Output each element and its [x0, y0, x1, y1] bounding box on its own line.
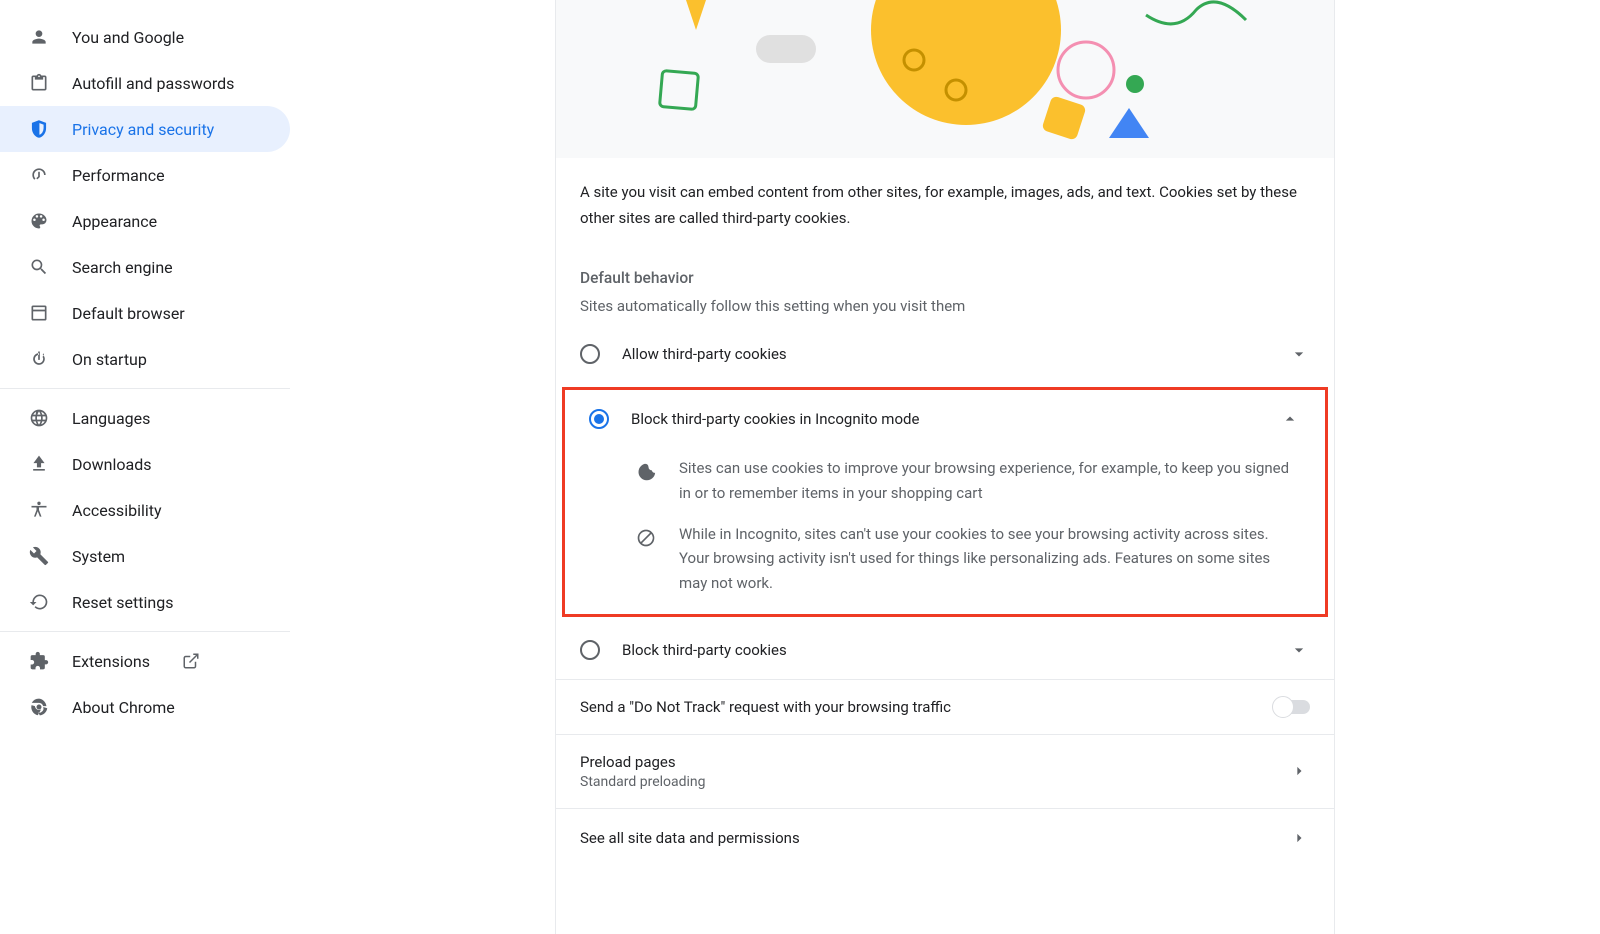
sidebar-divider — [0, 631, 290, 632]
sidebar-item-system[interactable]: System — [0, 533, 290, 579]
option-label: Block third-party cookies — [622, 641, 1266, 659]
wrench-icon — [28, 545, 50, 567]
speedometer-icon — [28, 164, 50, 186]
sidebar-item-search-engine[interactable]: Search engine — [0, 244, 290, 290]
setting-label: Send a "Do Not Track" request with your … — [580, 698, 1254, 716]
option-label: Block third-party cookies in Incognito m… — [631, 410, 1257, 428]
chevron-right-icon[interactable] — [1288, 760, 1310, 782]
chrome-icon — [28, 696, 50, 718]
sidebar-item-accessibility[interactable]: Accessibility — [0, 487, 290, 533]
explain-text: Sites can use cookies to improve your br… — [679, 456, 1301, 506]
sidebar-item-performance[interactable]: Performance — [0, 152, 290, 198]
sidebar-label: Performance — [72, 166, 165, 185]
sidebar-divider — [0, 388, 290, 389]
setting-sub: Standard preloading — [580, 774, 1268, 790]
power-icon — [28, 348, 50, 370]
option-allow-third-party[interactable]: Allow third-party cookies — [556, 325, 1334, 383]
sidebar-item-on-startup[interactable]: On startup — [0, 336, 290, 382]
sidebar-label: Privacy and security — [72, 120, 214, 139]
palette-icon — [28, 210, 50, 232]
radio-unselected-icon[interactable] — [580, 344, 600, 364]
sidebar-label: Extensions — [72, 652, 150, 671]
shield-icon — [28, 118, 50, 140]
section-sub-default-behavior: Sites automatically follow this setting … — [556, 291, 1334, 325]
sidebar-label: Downloads — [72, 455, 151, 474]
sidebar-item-default-browser[interactable]: Default browser — [0, 290, 290, 336]
chevron-down-icon[interactable] — [1288, 639, 1310, 661]
open-in-new-icon — [182, 652, 200, 670]
extension-icon — [28, 650, 50, 672]
chevron-up-icon[interactable] — [1279, 408, 1301, 430]
sidebar-item-reset-settings[interactable]: Reset settings — [0, 579, 290, 625]
sidebar-label: Appearance — [72, 212, 157, 231]
setting-site-data[interactable]: See all site data and permissions — [556, 808, 1334, 867]
section-label-default-behavior: Default behavior — [556, 237, 1334, 291]
sidebar-item-downloads[interactable]: Downloads — [0, 441, 290, 487]
highlight-box: Block third-party cookies in Incognito m… — [562, 387, 1328, 617]
restore-icon — [28, 591, 50, 613]
sidebar-label: Reset settings — [72, 593, 173, 612]
sidebar-item-extensions[interactable]: Extensions — [0, 638, 290, 684]
radio-selected-icon[interactable] — [589, 409, 609, 429]
sidebar-label: Languages — [72, 409, 150, 428]
sidebar-label: About Chrome — [72, 698, 175, 717]
person-icon — [28, 26, 50, 48]
cookie-icon — [635, 461, 657, 483]
option-block-incognito[interactable]: Block third-party cookies in Incognito m… — [565, 390, 1325, 448]
browser-icon — [28, 302, 50, 324]
option-label: Allow third-party cookies — [622, 345, 1266, 363]
toggle-off[interactable] — [1274, 700, 1310, 714]
download-icon — [28, 453, 50, 475]
radio-unselected-icon[interactable] — [580, 640, 600, 660]
option-block-all[interactable]: Block third-party cookies — [556, 621, 1334, 679]
sidebar-item-autofill[interactable]: Autofill and passwords — [0, 60, 290, 106]
sidebar-label: You and Google — [72, 28, 184, 47]
sidebar-label: Accessibility — [72, 501, 162, 520]
sidebar-label: On startup — [72, 350, 147, 369]
explain-row-block: While in Incognito, sites can't use your… — [565, 514, 1325, 614]
settings-sidebar: You and Google Autofill and passwords Pr… — [0, 0, 290, 934]
settings-content: A site you visit can embed content from … — [555, 0, 1335, 934]
block-icon — [635, 527, 657, 549]
globe-icon — [28, 407, 50, 429]
search-icon — [28, 256, 50, 278]
accessibility-icon — [28, 499, 50, 521]
sidebar-item-appearance[interactable]: Appearance — [0, 198, 290, 244]
sidebar-item-about-chrome[interactable]: About Chrome — [0, 684, 290, 730]
sidebar-item-you-and-google[interactable]: You and Google — [0, 14, 290, 60]
clipboard-icon — [28, 72, 50, 94]
setting-label: See all site data and permissions — [580, 829, 1268, 847]
explain-text: While in Incognito, sites can't use your… — [679, 522, 1301, 596]
chevron-right-icon[interactable] — [1288, 827, 1310, 849]
sidebar-item-languages[interactable]: Languages — [0, 395, 290, 441]
sidebar-label: Default browser — [72, 304, 185, 323]
setting-label: Preload pages — [580, 753, 1268, 771]
sidebar-label: Search engine — [72, 258, 173, 277]
sidebar-label: Autofill and passwords — [72, 74, 234, 93]
setting-do-not-track[interactable]: Send a "Do Not Track" request with your … — [556, 679, 1334, 734]
sidebar-label: System — [72, 547, 125, 566]
chevron-down-icon[interactable] — [1288, 343, 1310, 365]
sidebar-item-privacy-security[interactable]: Privacy and security — [0, 106, 290, 152]
hero-illustration — [556, 0, 1334, 158]
explain-row-cookie: Sites can use cookies to improve your br… — [565, 448, 1325, 514]
intro-text: A site you visit can embed content from … — [556, 158, 1334, 237]
setting-preload-pages[interactable]: Preload pages Standard preloading — [556, 734, 1334, 808]
